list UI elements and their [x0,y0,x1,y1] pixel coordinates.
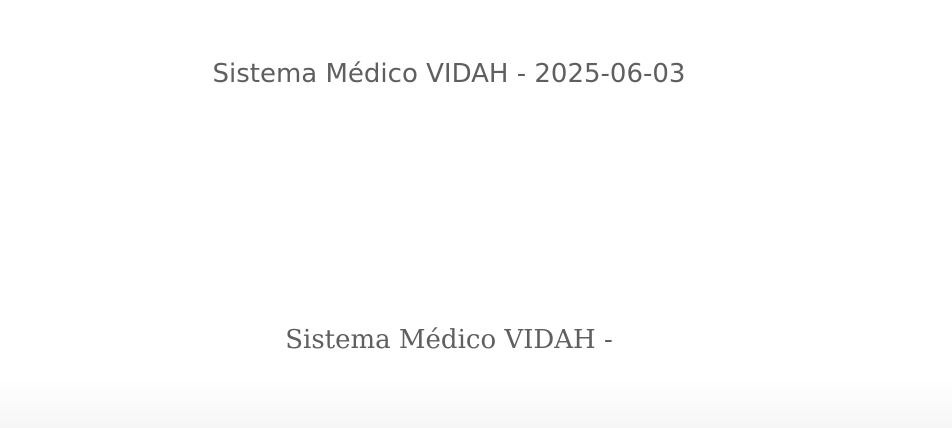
page: Sistema Médico VIDAH - 2025-06-03 Sistem… [0,0,952,428]
header-title: Sistema Médico VIDAH - 2025-06-03 [212,59,686,89]
footer-title: Sistema Médico VIDAH - [285,325,613,355]
